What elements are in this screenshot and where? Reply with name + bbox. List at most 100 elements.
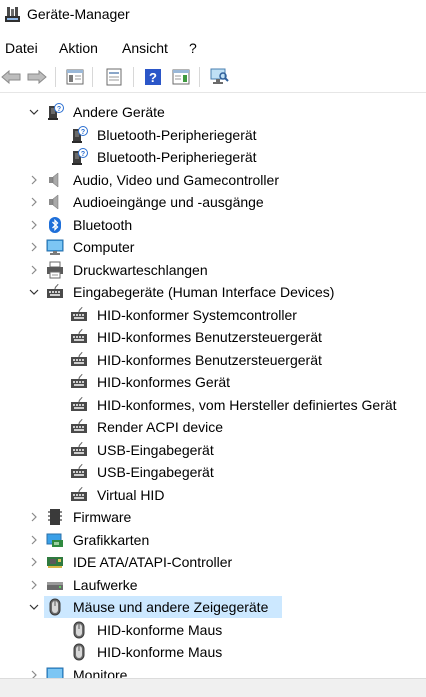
tree-item-eingabegeraete-human-interface-devices[interactable]: Eingabegeräte (Human Interface Devices) [0, 281, 426, 303]
hid-icon [70, 463, 88, 481]
toolbar: ? [0, 62, 426, 93]
tree-item-hid-konformer-systemcontroller[interactable]: HID-konformer Systemcontroller [0, 304, 426, 326]
tree-item-label: Andere Geräte [73, 104, 165, 120]
tree-item-label: Render ACPI device [97, 419, 224, 435]
chevron-right-icon[interactable] [28, 578, 40, 592]
mouse-icon [46, 598, 64, 616]
toolbar-separator [199, 67, 200, 87]
forward-button[interactable] [26, 66, 48, 88]
tree-item-audioeingaenge-und-ausgaenge[interactable]: Audioeingänge und -ausgänge [0, 191, 426, 213]
properties-icon [106, 68, 122, 86]
action-pane-icon [172, 69, 190, 85]
tree-item-label: IDE ATA/ATAPI-Controller [73, 554, 233, 570]
tree-item-audio-video-und-gamecontroller[interactable]: Audio, Video und Gamecontroller [0, 169, 426, 191]
action-pane-button[interactable] [170, 66, 192, 88]
tree-item-andere-geraete[interactable]: ? Andere Geräte [0, 101, 426, 123]
tree-item-firmware[interactable]: Firmware [0, 506, 426, 528]
hid-icon [46, 283, 64, 301]
chevron-right-icon[interactable] [28, 533, 40, 547]
tree-item-maeuse-und-andere-zeigegeraete[interactable]: Mäuse und andere Zeigegeräte [0, 596, 426, 618]
properties-button[interactable] [103, 66, 125, 88]
display-adapter-icon [46, 531, 64, 549]
device-tree[interactable]: ? Andere Geräte? Bluetooth-Peripheriegerät… [0, 98, 426, 678]
chevron-down-icon[interactable] [28, 105, 40, 119]
tree-item-label: HID-konformes Benutzersteuergerät [97, 351, 322, 368]
menu-ansicht[interactable]: Ansicht [122, 40, 168, 56]
toolbar-separator [92, 67, 93, 87]
chevron-right-icon[interactable] [28, 510, 40, 524]
tree-item-label: Bluetooth [73, 216, 133, 233]
unknown-device-icon: ? [46, 103, 64, 121]
tree-item-render-acpi-device[interactable]: Render ACPI device [0, 416, 426, 438]
help-icon: ? [145, 69, 161, 85]
svg-text:?: ? [57, 106, 61, 113]
tree-item-label: Laufwerke [73, 576, 138, 593]
tree-item-hid-konformes-vom-hersteller-definiertes-geraet[interactable]: HID-konformes, vom Hersteller definierte… [0, 394, 426, 416]
tree-item-bluetooth-peripheriegeraet[interactable]: ? Bluetooth-Peripheriegerät [0, 146, 426, 168]
tree-item-label: Firmware [73, 509, 132, 525]
tree-item-label: Grafikkarten [73, 531, 150, 548]
chevron-down-icon[interactable] [28, 285, 40, 299]
ide-controller-icon [46, 553, 64, 571]
tree-item-label: Bluetooth-Peripheriegerät [97, 126, 257, 143]
mouse-icon [70, 621, 88, 639]
chevron-right-icon[interactable] [28, 240, 40, 254]
bluetooth-icon [46, 216, 64, 234]
tree-item-label: HID-konformes Benutzersteuergerät [97, 329, 322, 345]
tree-item-druckwarteschlangen[interactable]: Druckwarteschlangen [0, 259, 426, 281]
tree-item-usb-eingabegeraet[interactable]: USB-Eingabegerät [0, 439, 426, 461]
console-tree-button[interactable] [64, 66, 86, 88]
hid-icon [70, 328, 88, 346]
status-bar [0, 678, 426, 697]
scan-hardware-button[interactable] [208, 66, 230, 88]
tree-item-ide-ata-atapi-controller[interactable]: IDE ATA/ATAPI-Controller [0, 551, 426, 573]
chevron-right-icon[interactable] [28, 173, 40, 187]
menu-help[interactable]: ? [189, 40, 197, 56]
tree-item-label: Audioeingänge und -ausgänge [73, 194, 264, 210]
chevron-right-icon[interactable] [28, 555, 40, 569]
monitor-icon [46, 666, 64, 678]
tree-item-label: USB-Eingabegerät [97, 464, 214, 480]
tree-item-hid-konformes-geraet[interactable]: HID-konformes Gerät [0, 371, 426, 393]
tree-item-label: Druckwarteschlangen [73, 261, 208, 278]
tree-item-bluetooth[interactable]: Bluetooth [0, 214, 426, 236]
hid-icon [70, 306, 88, 324]
tree-item-label: USB-Eingabegerät [97, 441, 214, 458]
hid-icon [70, 441, 88, 459]
chevron-down-icon[interactable] [28, 600, 40, 614]
svg-text:?: ? [81, 151, 85, 158]
tree-item-label: HID-konforme Maus [97, 644, 223, 660]
tree-item-bluetooth-peripheriegeraet[interactable]: ? Bluetooth-Peripheriegerät [0, 124, 426, 146]
tree-item-label: Computer [73, 239, 135, 255]
tree-item-virtual-hid[interactable]: Virtual HID [0, 484, 426, 506]
hid-icon [70, 373, 88, 391]
scan-hardware-icon [210, 68, 229, 84]
tree-item-computer[interactable]: Computer [0, 236, 426, 258]
tree-item-hid-konformes-benutzersteuergeraet[interactable]: HID-konformes Benutzersteuergerät [0, 349, 426, 371]
chevron-right-icon[interactable] [28, 218, 40, 232]
tree-item-label: Eingabegeräte (Human Interface Devices) [73, 284, 335, 300]
hid-icon [70, 351, 88, 369]
chevron-right-icon[interactable] [28, 263, 40, 277]
arrow-left-icon [1, 70, 21, 84]
help-button[interactable]: ? [142, 66, 164, 88]
menu-datei[interactable]: Datei [5, 40, 38, 56]
tree-item-usb-eingabegeraet[interactable]: USB-Eingabegerät [0, 461, 426, 483]
menu-aktion[interactable]: Aktion [59, 40, 98, 56]
tree-item-hid-konforme-maus[interactable]: HID-konforme Maus [0, 641, 426, 663]
tree-item-hid-konformes-benutzersteuergeraet[interactable]: HID-konformes Benutzersteuergerät [0, 326, 426, 348]
toolbar-separator [133, 67, 134, 87]
speaker-icon [46, 171, 64, 189]
tree-item-monitore[interactable]: Monitore [0, 664, 426, 678]
chevron-right-icon[interactable] [28, 195, 40, 209]
tree-item-grafikkarten[interactable]: Grafikkarten [0, 529, 426, 551]
tree-item-hid-konforme-maus[interactable]: HID-konforme Maus [0, 619, 426, 641]
tree-item-laufwerke[interactable]: Laufwerke [0, 574, 426, 596]
tree-item-label: HID-konformes, vom Hersteller definierte… [97, 396, 397, 413]
tree-item-label: Mäuse und andere Zeigegeräte [73, 599, 269, 615]
chevron-right-icon[interactable] [28, 668, 40, 678]
tree-item-label: Virtual HID [97, 486, 165, 503]
tree-item-label: HID-konforme Maus [97, 621, 223, 638]
device-manager-icon [5, 7, 20, 22]
back-button[interactable] [0, 66, 22, 88]
